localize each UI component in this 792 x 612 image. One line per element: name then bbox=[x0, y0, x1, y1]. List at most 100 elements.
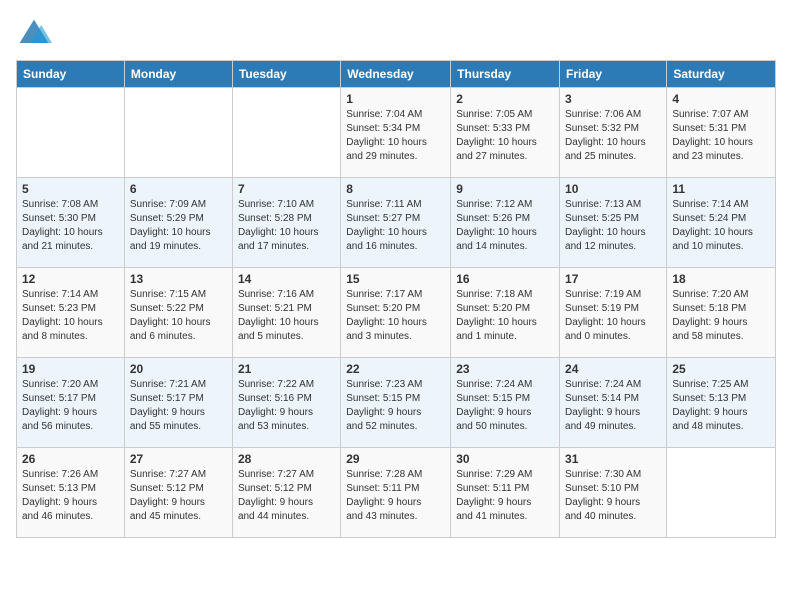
calendar-week-3: 12 Sunrise: 7:14 AM Sunset: 5:23 PM Dayli… bbox=[17, 268, 776, 358]
calendar-cell: 4 Sunrise: 7:07 AM Sunset: 5:31 PM Daylig… bbox=[667, 88, 776, 178]
day-number: 25 bbox=[672, 362, 770, 376]
day-number: 19 bbox=[22, 362, 119, 376]
day-info: Sunrise: 7:20 AM Sunset: 5:18 PM Dayligh… bbox=[672, 288, 770, 344]
day-info: Sunrise: 7:25 AM Sunset: 5:13 PM Dayligh… bbox=[672, 378, 770, 434]
day-info: Sunrise: 7:28 AM Sunset: 5:11 PM Dayligh… bbox=[346, 468, 445, 524]
day-info: Sunrise: 7:09 AM Sunset: 5:29 PM Dayligh… bbox=[130, 198, 227, 254]
column-header-tuesday: Tuesday bbox=[232, 61, 340, 88]
day-number: 11 bbox=[672, 182, 770, 196]
day-number: 18 bbox=[672, 272, 770, 286]
day-number: 1 bbox=[346, 92, 445, 106]
day-number: 24 bbox=[565, 362, 661, 376]
day-number: 30 bbox=[456, 452, 554, 466]
day-info: Sunrise: 7:15 AM Sunset: 5:22 PM Dayligh… bbox=[130, 288, 227, 344]
calendar-cell bbox=[124, 88, 232, 178]
calendar-cell: 22 Sunrise: 7:23 AM Sunset: 5:15 PM Dayli… bbox=[341, 358, 451, 448]
calendar-cell: 7Sunrise: 7:10 AM Sunset: 5:28 PM Daylig… bbox=[232, 178, 340, 268]
day-info: Sunrise: 7:17 AM Sunset: 5:20 PM Dayligh… bbox=[346, 288, 445, 344]
calendar-cell: 25 Sunrise: 7:25 AM Sunset: 5:13 PM Dayli… bbox=[667, 358, 776, 448]
calendar-week-4: 19 Sunrise: 7:20 AM Sunset: 5:17 PM Dayli… bbox=[17, 358, 776, 448]
day-number: 2 bbox=[456, 92, 554, 106]
day-info: Sunrise: 7:05 AM Sunset: 5:33 PM Dayligh… bbox=[456, 108, 554, 164]
day-info: Sunrise: 7:19 AM Sunset: 5:19 PM Dayligh… bbox=[565, 288, 661, 344]
day-info: Sunrise: 7:12 AM Sunset: 5:26 PM Dayligh… bbox=[456, 198, 554, 254]
calendar-cell: 11 Sunrise: 7:14 AM Sunset: 5:24 PM Dayli… bbox=[667, 178, 776, 268]
calendar-cell: 21 Sunrise: 7:22 AM Sunset: 5:16 PM Dayli… bbox=[232, 358, 340, 448]
calendar-cell: 15 Sunrise: 7:17 AM Sunset: 5:20 PM Dayli… bbox=[341, 268, 451, 358]
calendar-cell: 13 Sunrise: 7:15 AM Sunset: 5:22 PM Dayli… bbox=[124, 268, 232, 358]
calendar-cell bbox=[667, 448, 776, 538]
calendar-week-5: 26Sunrise: 7:26 AM Sunset: 5:13 PM Dayli… bbox=[17, 448, 776, 538]
calendar-table: SundayMondayTuesdayWednesdayThursdayFrid… bbox=[16, 60, 776, 538]
day-number: 9 bbox=[456, 182, 554, 196]
day-info: Sunrise: 7:07 AM Sunset: 5:31 PM Dayligh… bbox=[672, 108, 770, 164]
calendar-cell: 16Sunrise: 7:18 AM Sunset: 5:20 PM Dayli… bbox=[451, 268, 560, 358]
day-number: 15 bbox=[346, 272, 445, 286]
day-info: Sunrise: 7:20 AM Sunset: 5:17 PM Dayligh… bbox=[22, 378, 119, 434]
calendar-cell: 14 Sunrise: 7:16 AM Sunset: 5:21 PM Dayli… bbox=[232, 268, 340, 358]
calendar-cell: 5 Sunrise: 7:08 AM Sunset: 5:30 PM Daylig… bbox=[17, 178, 125, 268]
day-info: Sunrise: 7:23 AM Sunset: 5:15 PM Dayligh… bbox=[346, 378, 445, 434]
day-info: Sunrise: 7:06 AM Sunset: 5:32 PM Dayligh… bbox=[565, 108, 661, 164]
day-number: 3 bbox=[565, 92, 661, 106]
calendar-cell: 23Sunrise: 7:24 AM Sunset: 5:15 PM Dayli… bbox=[451, 358, 560, 448]
calendar-body: 1 Sunrise: 7:04 AM Sunset: 5:34 PM Daylig… bbox=[17, 88, 776, 538]
calendar-week-1: 1 Sunrise: 7:04 AM Sunset: 5:34 PM Daylig… bbox=[17, 88, 776, 178]
column-header-saturday: Saturday bbox=[667, 61, 776, 88]
day-info: Sunrise: 7:27 AM Sunset: 5:12 PM Dayligh… bbox=[238, 468, 335, 524]
day-info: Sunrise: 7:11 AM Sunset: 5:27 PM Dayligh… bbox=[346, 198, 445, 254]
calendar-cell: 3 Sunrise: 7:06 AM Sunset: 5:32 PM Daylig… bbox=[560, 88, 667, 178]
page-header bbox=[16, 16, 776, 52]
day-number: 28 bbox=[238, 452, 335, 466]
calendar-cell: 6 Sunrise: 7:09 AM Sunset: 5:29 PM Daylig… bbox=[124, 178, 232, 268]
day-number: 20 bbox=[130, 362, 227, 376]
column-header-sunday: Sunday bbox=[17, 61, 125, 88]
day-number: 31 bbox=[565, 452, 661, 466]
day-number: 23 bbox=[456, 362, 554, 376]
calendar-cell bbox=[17, 88, 125, 178]
day-number: 17 bbox=[565, 272, 661, 286]
calendar-cell: 19 Sunrise: 7:20 AM Sunset: 5:17 PM Dayli… bbox=[17, 358, 125, 448]
day-number: 22 bbox=[346, 362, 445, 376]
calendar-cell: 12 Sunrise: 7:14 AM Sunset: 5:23 PM Dayli… bbox=[17, 268, 125, 358]
day-number: 4 bbox=[672, 92, 770, 106]
calendar-cell: 24 Sunrise: 7:24 AM Sunset: 5:14 PM Dayli… bbox=[560, 358, 667, 448]
calendar-cell: 2 Sunrise: 7:05 AM Sunset: 5:33 PM Daylig… bbox=[451, 88, 560, 178]
calendar-cell: 28 Sunrise: 7:27 AM Sunset: 5:12 PM Dayli… bbox=[232, 448, 340, 538]
day-number: 6 bbox=[130, 182, 227, 196]
calendar-cell: 10 Sunrise: 7:13 AM Sunset: 5:25 PM Dayli… bbox=[560, 178, 667, 268]
day-info: Sunrise: 7:08 AM Sunset: 5:30 PM Dayligh… bbox=[22, 198, 119, 254]
day-info: Sunrise: 7:27 AM Sunset: 5:12 PM Dayligh… bbox=[130, 468, 227, 524]
day-number: 7 bbox=[238, 182, 335, 196]
day-info: Sunrise: 7:26 AM Sunset: 5:13 PM Dayligh… bbox=[22, 468, 119, 524]
calendar-header-row: SundayMondayTuesdayWednesdayThursdayFrid… bbox=[17, 61, 776, 88]
day-number: 14 bbox=[238, 272, 335, 286]
day-number: 21 bbox=[238, 362, 335, 376]
day-number: 5 bbox=[22, 182, 119, 196]
day-number: 13 bbox=[130, 272, 227, 286]
day-info: Sunrise: 7:04 AM Sunset: 5:34 PM Dayligh… bbox=[346, 108, 445, 164]
calendar-cell: 17 Sunrise: 7:19 AM Sunset: 5:19 PM Dayli… bbox=[560, 268, 667, 358]
day-info: Sunrise: 7:14 AM Sunset: 5:24 PM Dayligh… bbox=[672, 198, 770, 254]
calendar-cell: 30 Sunrise: 7:29 AM Sunset: 5:11 PM Dayli… bbox=[451, 448, 560, 538]
calendar-cell: 27 Sunrise: 7:27 AM Sunset: 5:12 PM Dayli… bbox=[124, 448, 232, 538]
column-header-thursday: Thursday bbox=[451, 61, 560, 88]
day-info: Sunrise: 7:29 AM Sunset: 5:11 PM Dayligh… bbox=[456, 468, 554, 524]
calendar-cell: 9 Sunrise: 7:12 AM Sunset: 5:26 PM Daylig… bbox=[451, 178, 560, 268]
day-number: 10 bbox=[565, 182, 661, 196]
day-info: Sunrise: 7:21 AM Sunset: 5:17 PM Dayligh… bbox=[130, 378, 227, 434]
day-number: 12 bbox=[22, 272, 119, 286]
logo-icon bbox=[16, 16, 52, 52]
day-info: Sunrise: 7:16 AM Sunset: 5:21 PM Dayligh… bbox=[238, 288, 335, 344]
day-number: 27 bbox=[130, 452, 227, 466]
calendar-cell: 1 Sunrise: 7:04 AM Sunset: 5:34 PM Daylig… bbox=[341, 88, 451, 178]
day-info: Sunrise: 7:14 AM Sunset: 5:23 PM Dayligh… bbox=[22, 288, 119, 344]
calendar-week-2: 5 Sunrise: 7:08 AM Sunset: 5:30 PM Daylig… bbox=[17, 178, 776, 268]
day-info: Sunrise: 7:22 AM Sunset: 5:16 PM Dayligh… bbox=[238, 378, 335, 434]
column-header-friday: Friday bbox=[560, 61, 667, 88]
day-number: 16 bbox=[456, 272, 554, 286]
day-info: Sunrise: 7:13 AM Sunset: 5:25 PM Dayligh… bbox=[565, 198, 661, 254]
day-info: Sunrise: 7:24 AM Sunset: 5:14 PM Dayligh… bbox=[565, 378, 661, 434]
column-header-wednesday: Wednesday bbox=[341, 61, 451, 88]
calendar-cell: 29Sunrise: 7:28 AM Sunset: 5:11 PM Dayli… bbox=[341, 448, 451, 538]
